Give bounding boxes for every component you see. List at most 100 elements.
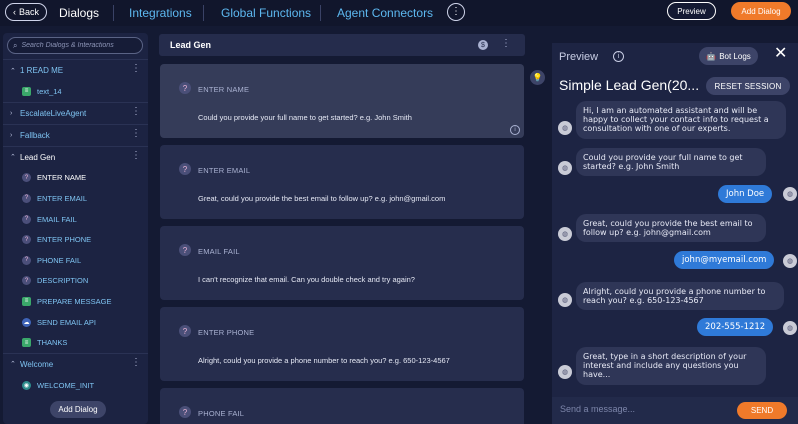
chevron-up-icon: ⌃ bbox=[10, 67, 16, 75]
bot-message: Alright, could you provide a phone numbe… bbox=[576, 282, 784, 311]
info-icon[interactable]: i bbox=[510, 125, 520, 135]
list-item[interactable]: ? ENTER EMAIL bbox=[3, 188, 148, 209]
interaction-card[interactable]: ? PHONE FAIL bbox=[160, 388, 524, 424]
text-node-icon: ≡ bbox=[22, 338, 31, 348]
chevron-up-icon: ⌃ bbox=[10, 361, 16, 369]
card-title: PHONE FAIL bbox=[198, 409, 245, 418]
bot-message: Great, type in a short description of yo… bbox=[576, 347, 766, 385]
close-icon[interactable]: ✕ bbox=[774, 46, 787, 62]
message-input[interactable] bbox=[560, 404, 730, 414]
group-label: EscalateLiveAgent bbox=[20, 108, 87, 118]
bot-logs-label: Bot Logs bbox=[719, 51, 751, 61]
item-label: ENTER PHONE bbox=[37, 235, 92, 245]
item-label: SEND EMAIL API bbox=[37, 317, 96, 327]
nav-divider bbox=[320, 5, 321, 21]
list-item[interactable]: ? PHONE FAIL bbox=[3, 250, 148, 271]
message-composer: SEND bbox=[552, 397, 798, 424]
bot-message: Hi, I am an automated assistant and will… bbox=[576, 101, 786, 139]
tab-global-functions[interactable]: Global Functions bbox=[221, 6, 311, 20]
group-escalate-live-agent[interactable]: › EscalateLiveAgent ⋮ bbox=[3, 101, 148, 124]
dollar-icon[interactable]: $ bbox=[478, 40, 488, 50]
preview-label: Preview bbox=[559, 51, 599, 63]
list-item[interactable]: ? ENTER PHONE bbox=[3, 229, 148, 250]
user-message: john@myemail.com bbox=[674, 251, 775, 269]
question-icon: ? bbox=[179, 325, 191, 337]
dialogs-sidebar: ⌕ ⌃ 1 READ ME ⋮ ≡ text_14 › EscalateLive… bbox=[3, 33, 148, 424]
bot-logs-button[interactable]: 🤖 Bot Logs bbox=[699, 47, 758, 65]
list-item[interactable]: ≡ THANKS bbox=[3, 332, 148, 353]
kebab-icon[interactable]: ⋮ bbox=[131, 357, 141, 368]
group-label: Lead Gen bbox=[20, 152, 56, 162]
add-dialog-button[interactable]: Add Dialog bbox=[731, 2, 791, 20]
info-icon[interactable]: i bbox=[613, 51, 624, 62]
interaction-card[interactable]: ? EMAIL FAIL I can't recognize that emai… bbox=[160, 226, 524, 300]
card-title: EMAIL FAIL bbox=[198, 247, 240, 256]
kebab-icon[interactable]: ⋮ bbox=[501, 39, 511, 49]
chevron-right-icon: › bbox=[10, 131, 13, 139]
more-options-button[interactable]: ⋮ bbox=[447, 3, 465, 21]
list-item[interactable]: ◉ WELCOME_INIT bbox=[3, 375, 148, 396]
back-button[interactable]: ‹ Back bbox=[5, 3, 47, 21]
tab-dialogs[interactable]: Dialogs bbox=[59, 6, 99, 20]
item-label: WELCOME_INIT bbox=[37, 380, 95, 390]
group-label: Welcome bbox=[20, 359, 54, 369]
group-read-me[interactable]: ⌃ 1 READ ME ⋮ bbox=[3, 59, 148, 81]
search-box[interactable]: ⌕ bbox=[7, 37, 143, 54]
cloud-api-icon: ☁ bbox=[22, 317, 31, 327]
chevron-left-icon: ‹ bbox=[12, 6, 16, 17]
reset-session-button[interactable]: RESET SESSION bbox=[706, 77, 790, 95]
card-body: Could you provide your full name to get … bbox=[198, 113, 412, 122]
interaction-card[interactable]: ? ENTER EMAIL Great, could you provide t… bbox=[160, 145, 524, 219]
question-icon: ? bbox=[22, 214, 31, 224]
kebab-icon: ⋮ bbox=[451, 6, 461, 17]
list-item[interactable]: ? ENTER NAME bbox=[3, 168, 148, 189]
chevron-right-icon: › bbox=[10, 109, 13, 117]
tab-integrations[interactable]: Integrations bbox=[129, 6, 192, 20]
page-title: Lead Gen bbox=[170, 40, 212, 50]
question-icon: ? bbox=[22, 235, 31, 245]
top-bar: ‹ Back Dialogs Integrations Global Funct… bbox=[0, 0, 798, 26]
interaction-card[interactable]: ? ENTER NAME Could you provide your full… bbox=[160, 64, 524, 138]
group-fallback[interactable]: › Fallback ⋮ bbox=[3, 123, 148, 146]
user-message: 202-555-1212 bbox=[697, 318, 774, 336]
question-icon: ? bbox=[22, 276, 31, 286]
card-title: ENTER PHONE bbox=[198, 328, 255, 337]
bot-title: Simple Lead Gen(20... bbox=[559, 77, 700, 93]
question-icon: ? bbox=[179, 163, 191, 175]
card-title: ENTER NAME bbox=[198, 85, 250, 94]
text-node-icon: ≡ bbox=[22, 86, 31, 96]
bot-message: Great, could you provide the best email … bbox=[576, 214, 766, 243]
item-label: DESCRIPTION bbox=[37, 276, 89, 286]
preview-button[interactable]: Preview bbox=[667, 2, 716, 20]
bot-avatar-icon: ◍ bbox=[558, 227, 572, 241]
back-label: Back bbox=[18, 7, 39, 17]
list-item[interactable]: ≡ PREPARE MESSAGE bbox=[3, 291, 148, 312]
card-title: ENTER EMAIL bbox=[198, 166, 251, 175]
lightbulb-icon[interactable]: 💡 bbox=[530, 70, 545, 85]
tab-agent-connectors[interactable]: Agent Connectors bbox=[337, 6, 433, 20]
interaction-card[interactable]: ? ENTER PHONE Alright, could you provide… bbox=[160, 307, 524, 381]
robot-icon: 🤖 bbox=[706, 51, 717, 61]
question-icon: ? bbox=[22, 173, 31, 183]
kebab-icon[interactable]: ⋮ bbox=[131, 128, 141, 139]
card-body: Great, could you provide the best email … bbox=[198, 194, 446, 203]
kebab-icon[interactable]: ⋮ bbox=[131, 106, 141, 117]
group-lead-gen[interactable]: ⌃ Lead Gen ⋮ bbox=[3, 145, 148, 168]
search-input[interactable] bbox=[21, 42, 132, 49]
list-item[interactable]: ≡ text_14 bbox=[3, 81, 148, 102]
group-label: Fallback bbox=[20, 130, 50, 140]
send-button[interactable]: SEND bbox=[737, 402, 787, 419]
add-dialog-sidebar-button[interactable]: Add Dialog bbox=[50, 401, 106, 418]
kebab-icon[interactable]: ⋮ bbox=[131, 150, 141, 161]
list-item[interactable]: ☁ SEND EMAIL API bbox=[3, 312, 148, 333]
chevron-up-icon: ⌃ bbox=[10, 154, 16, 162]
dialog-tree: ⌃ 1 READ ME ⋮ ≡ text_14 › EscalateLiveAg… bbox=[3, 59, 148, 396]
list-item[interactable]: ? DESCRIPTION bbox=[3, 271, 148, 292]
init-node-icon: ◉ bbox=[22, 380, 31, 390]
question-icon: ? bbox=[22, 255, 31, 265]
user-avatar-icon: ◍ bbox=[783, 254, 797, 268]
list-item[interactable]: ? EMAIL FAIL bbox=[3, 209, 148, 230]
group-welcome[interactable]: ⌃ Welcome ⋮ bbox=[3, 352, 148, 375]
bot-message: Could you provide your full name to get … bbox=[576, 148, 766, 177]
kebab-icon[interactable]: ⋮ bbox=[131, 64, 141, 74]
